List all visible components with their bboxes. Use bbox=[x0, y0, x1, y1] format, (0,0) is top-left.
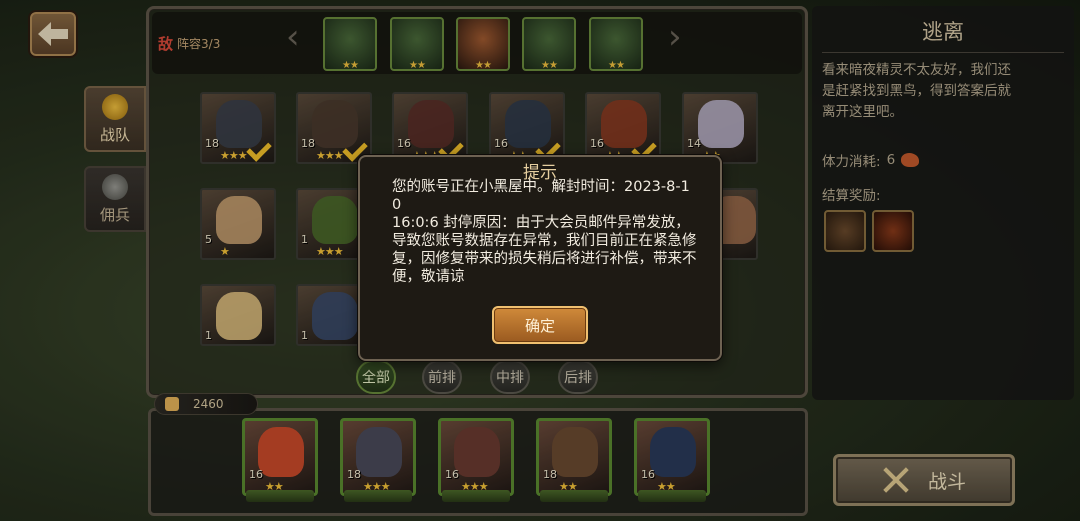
dialog-message: 您的账号正在小黑屋中。解封时间：2023-8-10 16:0:6 封停原因：由于… bbox=[392, 179, 697, 285]
confirm-button[interactable]: 确定 bbox=[492, 306, 588, 344]
